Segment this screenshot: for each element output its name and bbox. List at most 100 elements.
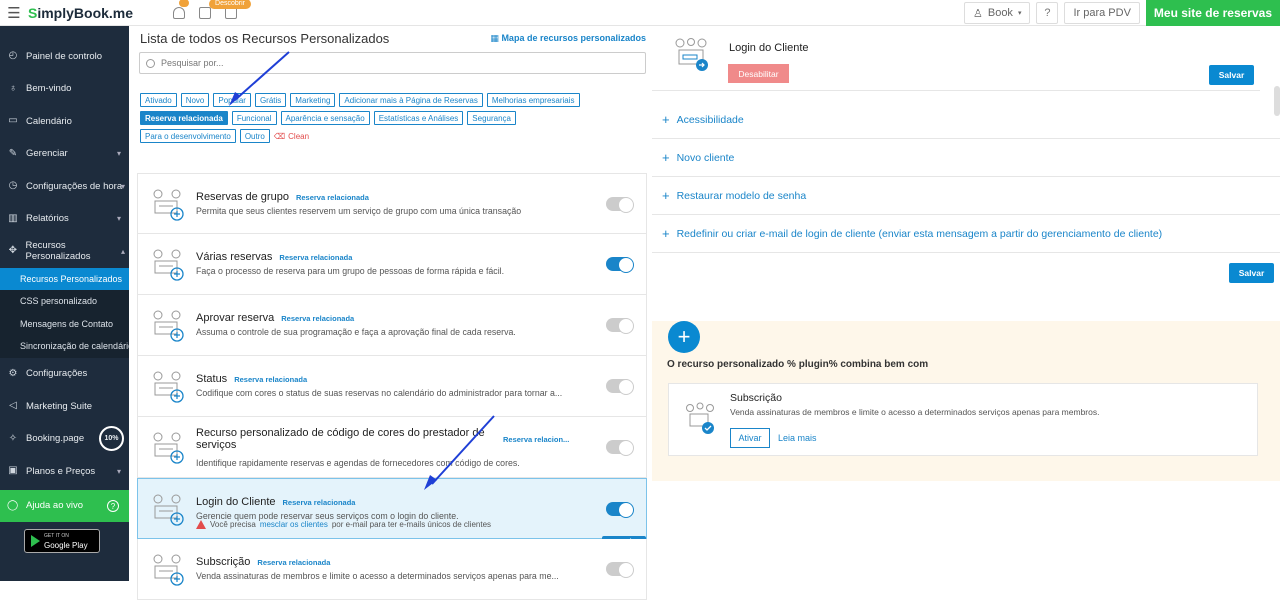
filter-tag[interactable]: Novo	[180, 93, 210, 107]
help-button[interactable]: ?	[1036, 2, 1059, 24]
warning-icon	[196, 520, 206, 529]
plugin-name: Aprovar reserva	[196, 312, 275, 324]
lightbulb-icon: ♁	[9, 82, 17, 94]
sidebar-item-time-settings[interactable]: ◷ Configurações de hora ▾	[0, 170, 129, 203]
sidebar-item-marketing[interactable]: ◁ Marketing Suite	[0, 390, 129, 423]
activate-button[interactable]: Ativar	[730, 428, 770, 448]
sidebar-item-dashboard[interactable]: ◴ Painel de controlo	[0, 40, 129, 73]
pdv-button[interactable]: Ir para PDV	[1064, 2, 1140, 24]
filter-tag[interactable]: Outro	[239, 129, 270, 143]
save-button-bottom[interactable]: Salvar	[1229, 263, 1274, 283]
bell-icon[interactable]	[173, 6, 186, 19]
sidebar-subitem-custom-features[interactable]: Recursos Personalizados	[0, 267, 129, 290]
google-play-badge[interactable]: GET IT ON Google Play	[24, 529, 100, 553]
checklist-icon[interactable]	[199, 6, 212, 19]
user-icon: ♙	[972, 7, 983, 20]
feature-icon	[153, 371, 184, 403]
filter-tag[interactable]: Segurança	[467, 111, 516, 125]
clean-filters-button[interactable]: ⌫ Clean	[274, 132, 309, 141]
live-help-button[interactable]: ◯ Ajuda ao vivo?	[0, 489, 129, 522]
filter-tag[interactable]: Para o desenvolvimento	[140, 129, 236, 143]
plugin-card[interactable]: Recurso personalizado de código de cores…	[137, 417, 647, 478]
plugin-category-badge[interactable]: Reserva relacionada	[279, 253, 352, 262]
filter-tag[interactable]: Estatísticas e Análises	[373, 111, 464, 125]
plugin-toggle[interactable]	[606, 257, 634, 273]
chevron-down-icon: ▾	[120, 181, 125, 191]
plugin-toggle[interactable]	[606, 318, 634, 334]
filter-tag[interactable]: Reserva relacionada	[140, 111, 228, 125]
plugin-category-badge[interactable]: Reserva relacionada	[257, 558, 330, 567]
plugin-name: Subscrição	[196, 556, 251, 568]
feature-icon	[153, 494, 184, 526]
search-input[interactable]: Pesquisar por...	[139, 52, 646, 74]
plugin-card[interactable]: Reservas de grupo Reserva relacionada Perm…	[137, 173, 647, 234]
filter-tag[interactable]: Marketing	[290, 93, 336, 107]
sparkle-icon: ✧	[8, 432, 18, 444]
save-button[interactable]: Salvar	[1209, 65, 1254, 85]
plugin-category-badge[interactable]: Reserva relacionada	[281, 314, 354, 323]
combo-title: O recurso personalizado % plugin% combin…	[667, 359, 929, 370]
play-icon	[31, 535, 40, 547]
feature-detail-panel: Login do Cliente Desabilitar Salvar + Ace…	[652, 26, 1280, 581]
plugin-category-badge[interactable]: Reserva relacionada	[296, 193, 369, 202]
sidebar-item-welcome[interactable]: ♁ Bem-vindo	[0, 73, 129, 106]
plugin-category-badge[interactable]: Reserva relacionada	[234, 375, 307, 384]
chevron-up-icon: ▴	[120, 246, 125, 256]
sidebar-item-reports[interactable]: ▥ Relatórios ▾	[0, 203, 129, 236]
plugin-toggle[interactable]	[606, 440, 634, 456]
filter-tag[interactable]: Ativado	[140, 93, 177, 107]
section-new-client[interactable]: + Novo cliente	[652, 139, 1280, 177]
filter-tag[interactable]: Popular	[213, 93, 251, 107]
plugin-description: Permita que seus clientes reservem um se…	[196, 206, 522, 216]
filter-tag[interactable]: Funcional	[231, 111, 277, 125]
sidebar-item-settings[interactable]: ⚙ Configurações	[0, 358, 129, 391]
plugin-toggle[interactable]	[606, 562, 634, 578]
chevron-down-icon: ▾	[1017, 10, 1022, 17]
plugin-category-badge[interactable]: Reserva relacion...	[503, 435, 569, 444]
my-booking-site-button[interactable]: Meu site de reservas	[1145, 0, 1280, 26]
sidebar-subitem-custom-css[interactable]: CSS personalizado	[0, 290, 129, 313]
filter-tag[interactable]: Adicionar mais à Página de Reservas	[339, 93, 483, 107]
features-list-panel: Lista de todos os Recursos Personalizado…	[129, 26, 652, 600]
plugin-description: Assuma o controle de sua programação e f…	[196, 327, 516, 337]
book-dropdown[interactable]: ♙ Book ▾	[963, 2, 1031, 24]
plugin-toggle[interactable]	[606, 197, 634, 213]
sidebar-item-custom-features[interactable]: ✥ Recursos Personalizados ▴	[0, 235, 129, 268]
combines-with-section: + O recurso personalizado % plugin% comb…	[652, 321, 1280, 481]
plugin-toggle[interactable]	[606, 379, 634, 395]
logo[interactable]: SimplyBook.me	[28, 5, 133, 21]
filter-tag[interactable]: Melhorias empresariais	[486, 93, 580, 107]
disable-button[interactable]: Desabilitar	[728, 64, 789, 83]
plugin-toggle[interactable]	[606, 502, 634, 518]
plugin-category-badge[interactable]: Reserva relacionada	[283, 498, 356, 507]
sidebar-item-booking-page[interactable]: ✧ Booking.page 10%	[0, 423, 129, 456]
detail-title: Login do Cliente	[729, 42, 809, 54]
sidebar-item-calendar[interactable]: ▭ Calendário	[0, 105, 129, 138]
read-more-link[interactable]: Leia mais	[778, 433, 817, 443]
search-icon	[146, 58, 155, 68]
filter-tag[interactable]: Aparência e sensação	[280, 111, 370, 125]
eraser-icon: ⌫	[273, 131, 286, 141]
hamburger-menu-icon[interactable]: ☰	[2, 4, 26, 22]
plus-icon: +	[662, 226, 670, 241]
filter-tag[interactable]: Grátis	[254, 93, 287, 107]
sidebar-item-plans[interactable]: ▣ Planos e Preços ▾	[0, 455, 129, 488]
plugin-card[interactable]: Subscrição Reserva relacionada Venda assin…	[137, 539, 647, 600]
features-map-link[interactable]: ▦ Mapa de recursos personalizados	[490, 33, 646, 44]
add-icon[interactable]: +	[668, 321, 700, 353]
section-accessibility[interactable]: + Acessibilidade	[652, 101, 1280, 139]
plugin-card[interactable]: Aprovar reserva Reserva relacionada Assuma…	[137, 295, 647, 356]
plugin-list: Reservas de grupo Reserva relacionada Perm…	[137, 173, 647, 600]
merge-clients-link[interactable]: mesclar os clientes	[260, 520, 328, 529]
sidebar-subitem-contact-messages[interactable]: Mensagens de Contato	[0, 312, 129, 335]
sidebar-subitem-calendar-sync[interactable]: Sincronização de calendário	[0, 335, 129, 358]
plugin-card[interactable]: Várias reservas Reserva relacionada Faça o…	[137, 234, 647, 295]
plugin-card[interactable]: Login do Cliente Reserva relacionada Geren…	[137, 478, 647, 547]
section-restore-password[interactable]: + Restaurar modelo de senha	[652, 177, 1280, 215]
plugin-card[interactable]: Status Reserva relacionada Codifique com c…	[137, 356, 647, 417]
section-reset-email[interactable]: + Redefinir ou criar e-mail de login de c…	[652, 215, 1280, 253]
calendar-icon: ▭	[8, 115, 18, 127]
sidebar-item-manage[interactable]: ✎ Gerenciar ▾	[0, 138, 129, 171]
plugin-name: Status	[196, 373, 228, 385]
feature-icon	[153, 554, 184, 586]
